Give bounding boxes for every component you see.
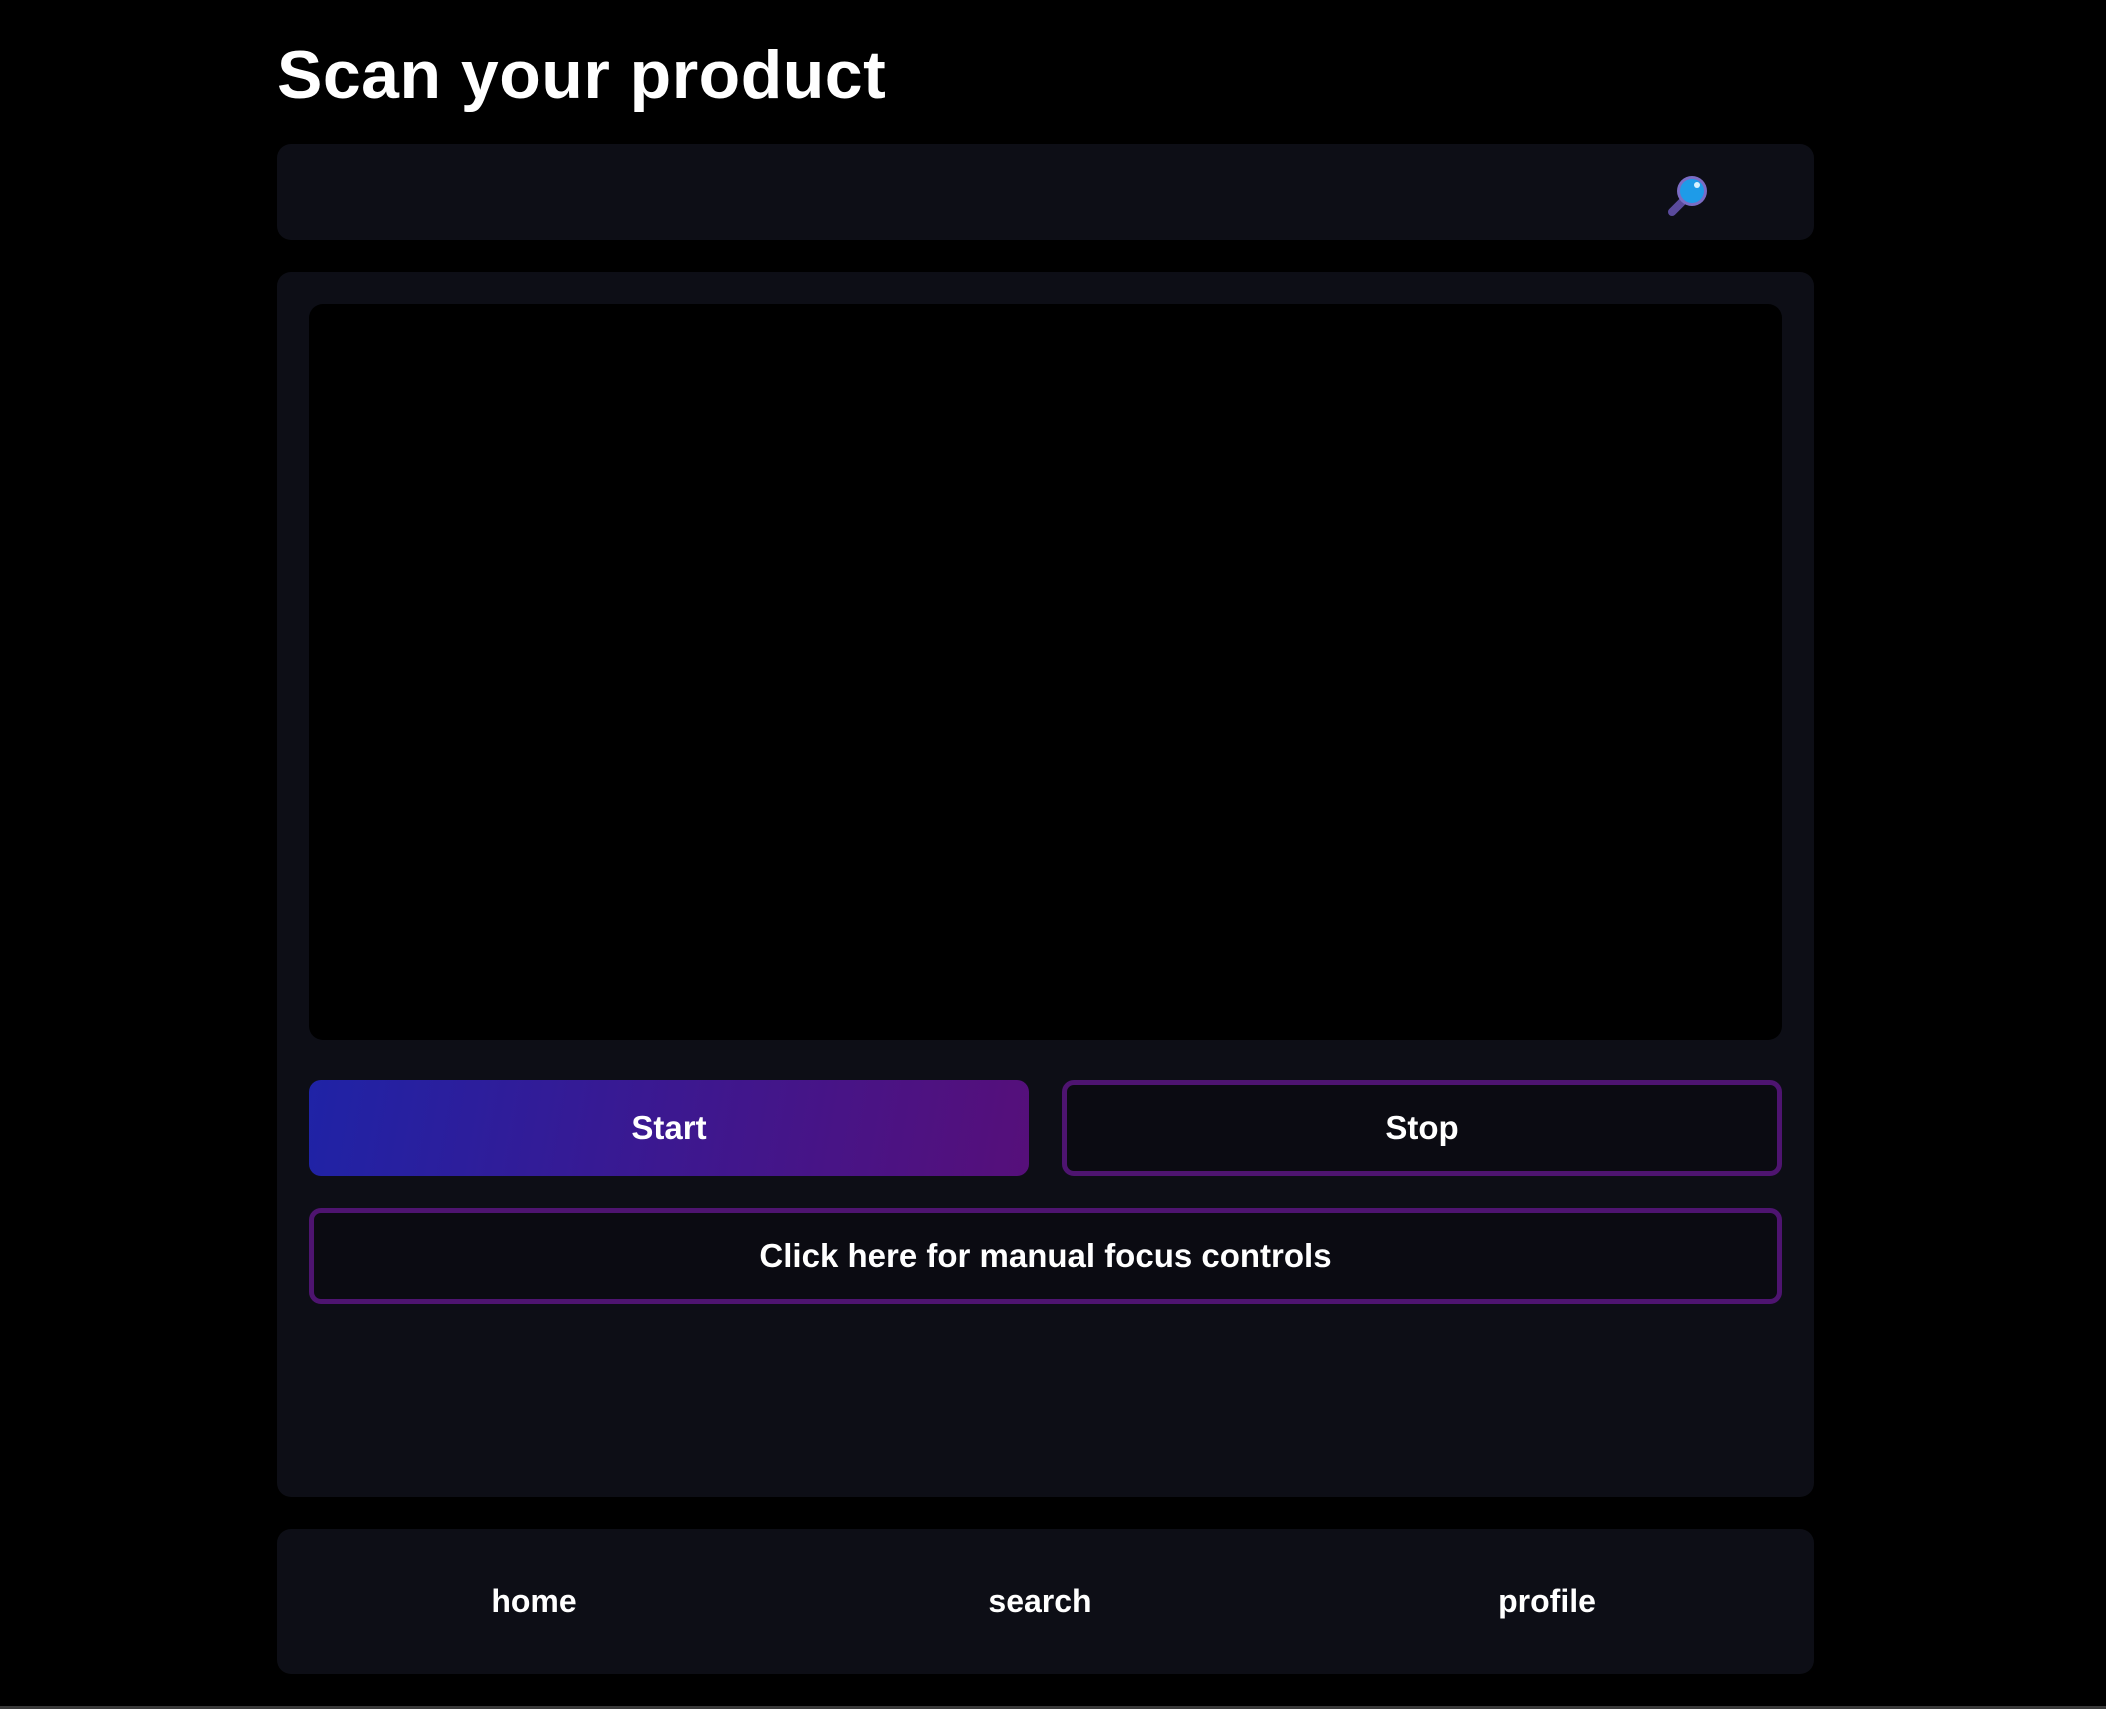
stop-button[interactable]: Stop — [1062, 1080, 1782, 1176]
nav-item-home[interactable]: home — [384, 1529, 684, 1674]
search-bar[interactable] — [277, 144, 1814, 240]
nav-item-search[interactable]: search — [890, 1529, 1190, 1674]
scanner-card: Start Stop Click here for manual focus c… — [277, 272, 1814, 1497]
page: Scan your product Start Stop Click here … — [0, 0, 2106, 1709]
start-button[interactable]: Start — [309, 1080, 1029, 1176]
camera-preview — [309, 304, 1782, 1040]
nav-item-profile[interactable]: profile — [1397, 1529, 1697, 1674]
manual-focus-button[interactable]: Click here for manual focus controls — [309, 1208, 1782, 1304]
magnifying-glass-icon[interactable] — [1662, 170, 1714, 222]
page-title: Scan your product — [277, 37, 887, 113]
bottom-nav: home search profile — [277, 1529, 1814, 1674]
